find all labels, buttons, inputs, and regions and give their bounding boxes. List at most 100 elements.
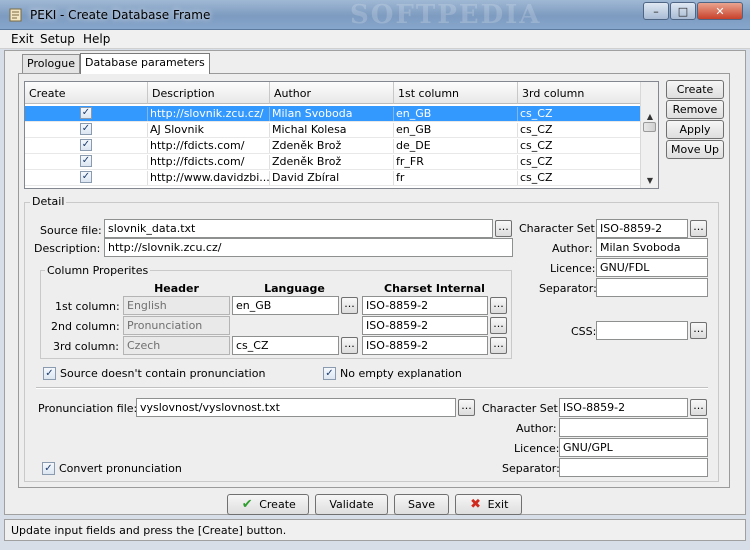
menu-bar: Exit Setup Help bbox=[0, 30, 750, 49]
no-pronunciation-label: Source doesn't contain pronunciation bbox=[60, 367, 266, 380]
description-label: Description: bbox=[34, 242, 101, 255]
exit-button[interactable]: ✖ Exit bbox=[455, 494, 522, 515]
row-author: Milan Svoboda bbox=[270, 107, 394, 121]
table-row[interactable]: ✓ http://fdicts.com/ Zdeněk Brož de_DE c… bbox=[25, 138, 641, 154]
row-first-column: fr_FR bbox=[394, 155, 518, 169]
third-column-language-browse[interactable]: ... bbox=[341, 337, 358, 354]
table-row[interactable]: ✓ AJ Slovnik Michal Kolesa en_GB cs_CZ bbox=[25, 122, 641, 138]
menu-exit[interactable]: Exit bbox=[9, 32, 36, 46]
first-column-charset-input[interactable]: ISO-8859-2 bbox=[362, 296, 488, 315]
scroll-thumb[interactable] bbox=[643, 122, 656, 132]
row-first-column: de_DE bbox=[394, 139, 518, 153]
separator-label: Separator: bbox=[539, 282, 597, 295]
column-properties-legend: Column Properites bbox=[45, 264, 151, 277]
pronunciation-charset-input[interactable]: ISO-8859-2 bbox=[559, 398, 688, 417]
pronunciation-file-input[interactable]: vyslovnost/vyslovnost.txt bbox=[136, 398, 456, 417]
description-input[interactable]: http://slovnik.zcu.cz/ bbox=[104, 238, 513, 257]
row-description: AJ Slovnik bbox=[148, 123, 270, 137]
row-first-column: fr bbox=[394, 171, 518, 185]
no-empty-explanation-label: No empty explanation bbox=[340, 367, 462, 380]
convert-pronunciation-label: Convert pronunciation bbox=[59, 462, 182, 475]
table-row[interactable]: ✓ http://fdicts.com/ Zdeněk Brož fr_FR c… bbox=[25, 154, 641, 170]
css-input[interactable] bbox=[596, 321, 688, 340]
row-description: http://slovnik.zcu.cz/ bbox=[148, 107, 270, 121]
create-row-button[interactable]: Create bbox=[666, 80, 724, 99]
minimize-button[interactable]: – bbox=[643, 2, 669, 20]
charset-label: Character Set: bbox=[519, 222, 599, 235]
css-browse-button[interactable]: ... bbox=[690, 322, 707, 339]
close-icon: ✖ bbox=[470, 496, 482, 512]
column-header-first-column[interactable]: 1st column bbox=[394, 82, 518, 104]
row-third-column: cs_CZ bbox=[518, 171, 641, 185]
maximize-button[interactable]: □ bbox=[670, 2, 696, 20]
second-column-label: 2nd column: bbox=[51, 320, 120, 333]
convert-pronunciation-checkbox[interactable]: ✓ bbox=[42, 462, 55, 475]
exit-button-label: Exit bbox=[487, 498, 509, 511]
table-row[interactable]: ✓ http://slovnik.zcu.cz/ Milan Svoboda e… bbox=[25, 106, 641, 122]
charset-browse-button[interactable]: ... bbox=[690, 220, 707, 237]
row-author: Zdeněk Brož bbox=[270, 155, 394, 169]
row-description: http://www.davidzbi... bbox=[150, 171, 270, 185]
separator-input[interactable] bbox=[596, 278, 708, 297]
first-column-language-input[interactable]: en_GB bbox=[232, 296, 339, 315]
third-column-charset-browse[interactable]: ... bbox=[490, 337, 507, 354]
move-up-button[interactable]: Move Up bbox=[666, 140, 724, 159]
third-column-header-input: Czech bbox=[123, 336, 230, 355]
save-button[interactable]: Save bbox=[394, 494, 449, 515]
first-column-language-browse[interactable]: ... bbox=[341, 297, 358, 314]
create-checkbox[interactable]: ✓ bbox=[80, 139, 92, 151]
licence-input[interactable]: GNU/FDL bbox=[596, 258, 708, 277]
table-row[interactable]: ✓ http://www.davidzbi... David Zbíral fr… bbox=[25, 170, 641, 186]
row-third-column: cs_CZ bbox=[518, 107, 641, 121]
apply-button[interactable]: Apply bbox=[666, 120, 724, 139]
no-pronunciation-checkbox[interactable]: ✓ bbox=[43, 367, 56, 380]
row-author: Michal Kolesa bbox=[270, 123, 394, 137]
checkmark-icon: ✔ bbox=[241, 496, 253, 512]
column-header-create[interactable]: Create bbox=[25, 82, 148, 104]
source-file-input[interactable]: slovnik_data.txt bbox=[104, 219, 493, 238]
no-empty-explanation-checkbox[interactable]: ✓ bbox=[323, 367, 336, 380]
validate-button[interactable]: Validate bbox=[315, 494, 388, 515]
source-file-browse-button[interactable]: ... bbox=[495, 220, 512, 237]
detail-legend: Detail bbox=[30, 195, 67, 208]
tab-prologue[interactable]: Prologue bbox=[22, 54, 80, 73]
first-column-label: 1st column: bbox=[55, 300, 120, 313]
scroll-down-icon[interactable]: ▼ bbox=[642, 173, 658, 187]
css-label: CSS: bbox=[571, 325, 597, 338]
tab-database-parameters[interactable]: Database parameters bbox=[80, 53, 210, 74]
status-bar: Update input fields and press the [Creat… bbox=[4, 519, 746, 541]
column-header-description[interactable]: Description bbox=[148, 82, 270, 104]
remove-row-button[interactable]: Remove bbox=[666, 100, 724, 119]
title-bar[interactable]: PEKI - Create Database Frame SOFTPEDIA –… bbox=[0, 0, 750, 30]
licence-label: Licence: bbox=[550, 262, 596, 275]
pronunciation-file-label: Pronunciation file: bbox=[38, 402, 138, 415]
third-column-charset-input[interactable]: ISO-8859-2 bbox=[362, 336, 488, 355]
second-column-charset-browse[interactable]: ... bbox=[490, 317, 507, 334]
header-column-title: Header bbox=[154, 282, 199, 295]
create-checkbox[interactable]: ✓ bbox=[80, 155, 92, 167]
author-input[interactable]: Milan Svoboda bbox=[596, 238, 708, 257]
second-column-header-input: Pronunciation bbox=[123, 316, 230, 335]
source-file-label: Source file: bbox=[40, 224, 102, 237]
pronunciation-author-label: Author: bbox=[516, 422, 557, 435]
pronunciation-file-browse-button[interactable]: ... bbox=[458, 399, 475, 416]
table-scrollbar[interactable]: ▲ ▼ bbox=[640, 82, 658, 188]
charset-input[interactable]: ISO-8859-2 bbox=[596, 219, 688, 238]
first-column-charset-browse[interactable]: ... bbox=[490, 297, 507, 314]
create-checkbox[interactable]: ✓ bbox=[80, 107, 92, 119]
create-checkbox[interactable]: ✓ bbox=[80, 171, 92, 183]
third-column-language-input[interactable]: cs_CZ bbox=[232, 336, 339, 355]
second-column-charset-input[interactable]: ISO-8859-2 bbox=[362, 316, 488, 335]
menu-setup[interactable]: Setup bbox=[38, 32, 77, 46]
close-button[interactable]: ✕ bbox=[697, 2, 743, 20]
column-header-author[interactable]: Author bbox=[270, 82, 394, 104]
create-button[interactable]: ✔ Create bbox=[227, 494, 309, 515]
column-header-third-column[interactable]: 3rd column bbox=[518, 82, 641, 104]
pronunciation-licence-input[interactable]: GNU/GPL bbox=[559, 438, 708, 457]
create-checkbox[interactable]: ✓ bbox=[80, 123, 92, 135]
pronunciation-separator-input[interactable] bbox=[559, 458, 708, 477]
pronunciation-author-input[interactable] bbox=[559, 418, 708, 437]
scroll-up-icon[interactable]: ▲ bbox=[642, 109, 658, 123]
pronunciation-charset-browse-button[interactable]: ... bbox=[690, 399, 707, 416]
menu-help[interactable]: Help bbox=[81, 32, 112, 46]
